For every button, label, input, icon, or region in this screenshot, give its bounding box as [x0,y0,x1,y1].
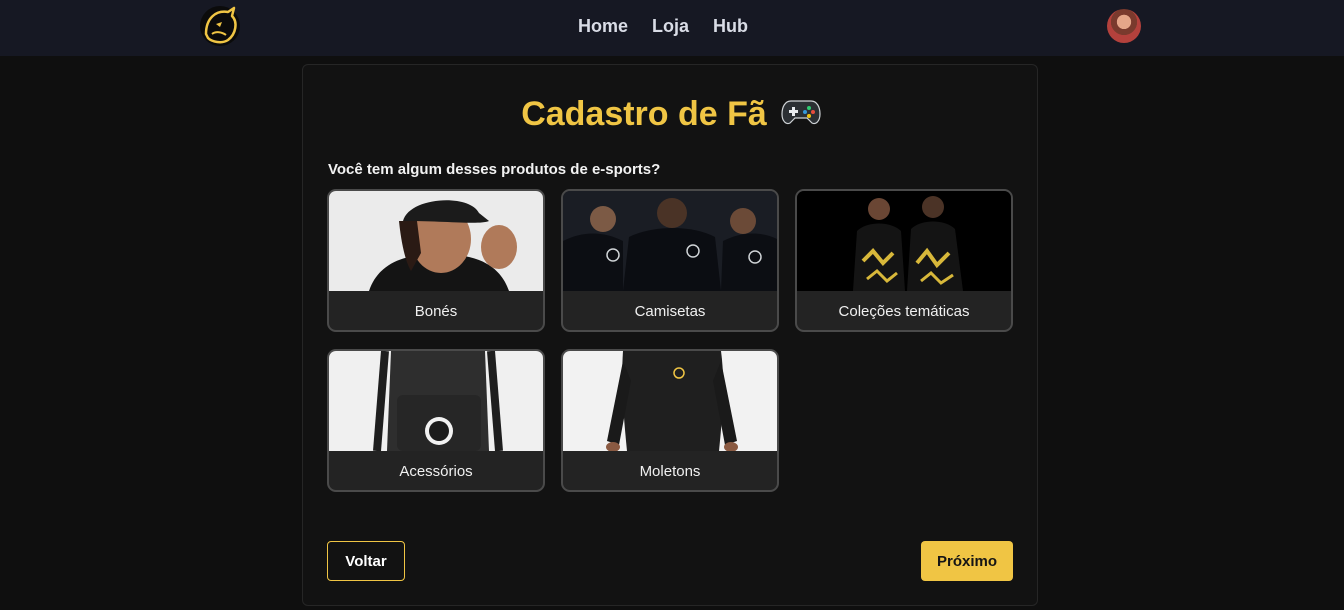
title-row: Cadastro de Fã [303,93,1039,135]
back-button[interactable]: Voltar [327,541,405,581]
top-navbar: Home Loja Hub [0,0,1344,56]
hoodie-photo [563,351,777,451]
page-title: Cadastro de Fã [521,94,767,133]
product-label: Camisetas [634,303,706,320]
product-option-bones[interactable]: Bonés [327,189,545,332]
product-label: Coleções temáticas [838,303,970,320]
team-jerseys-photo [563,191,777,291]
gamepad-icon [781,97,821,132]
product-label: Bonés [414,303,458,320]
product-option-moletons[interactable]: Moletons [561,349,779,492]
products-question: Você tem algum desses produtos de e-spor… [328,161,661,178]
product-option-acessorios[interactable]: Acessórios [327,349,545,492]
backpack-photo [329,351,543,451]
nav-link-hub[interactable]: Hub [713,16,748,37]
next-button[interactable]: Próximo [921,541,1013,581]
product-option-colecoes-tematicas[interactable]: Coleções temáticas [795,189,1013,332]
product-option-camisetas[interactable]: Camisetas [561,189,779,332]
main-nav: Home Loja Hub [578,0,748,52]
product-label: Moletons [639,463,701,480]
themed-collection-photo [797,191,1011,291]
nav-link-home[interactable]: Home [578,16,628,37]
product-label: Acessórios [399,463,473,480]
panther-logo-icon[interactable] [197,4,243,48]
nav-link-loja[interactable]: Loja [652,16,689,37]
user-avatar[interactable] [1107,9,1141,43]
cap-model-photo [329,191,543,291]
fan-registration-card: Cadastro de Fã Você tem algum desses pro… [302,64,1038,606]
